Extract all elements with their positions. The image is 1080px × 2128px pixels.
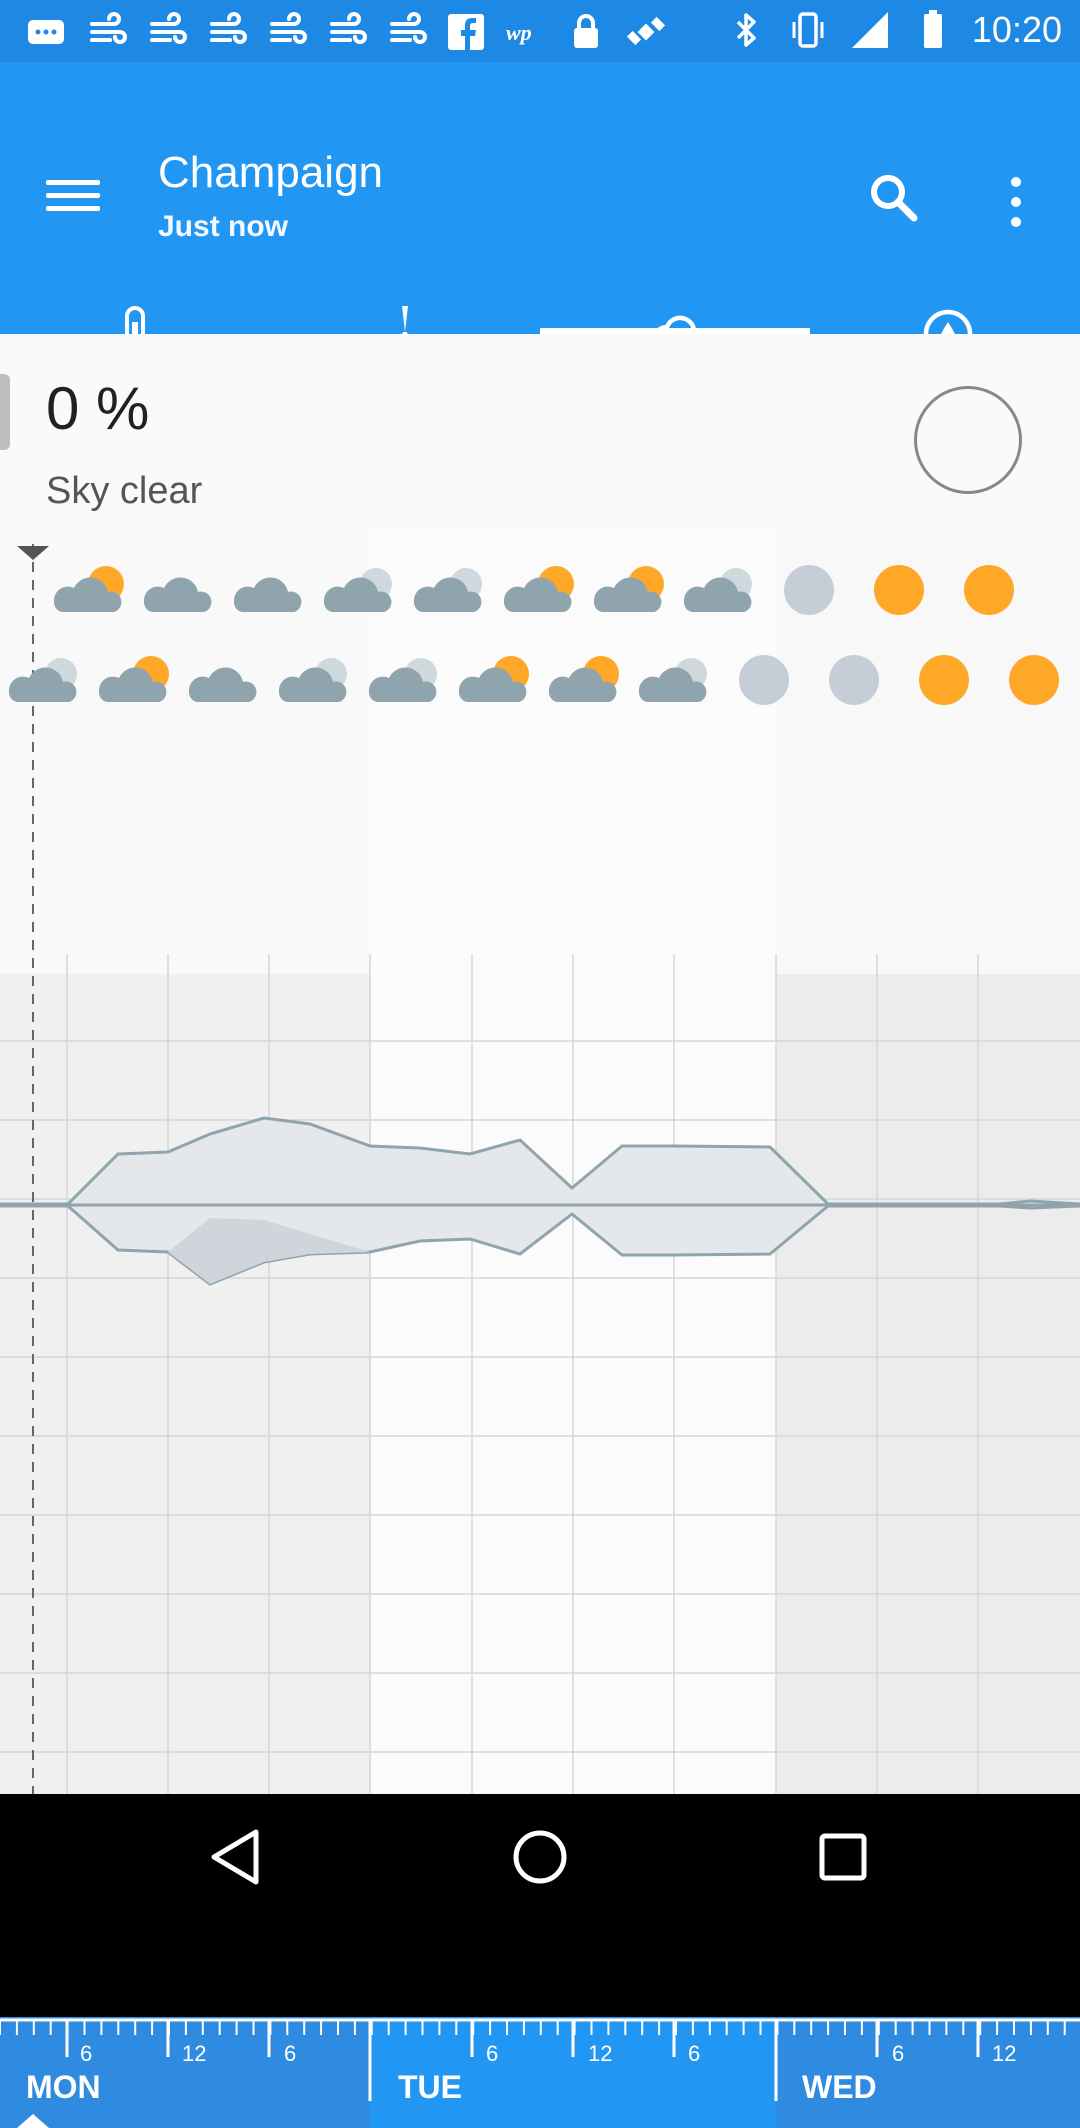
satellite-icon xyxy=(626,16,666,46)
location-title[interactable]: Champaign xyxy=(158,148,383,198)
back-button[interactable] xyxy=(211,1829,259,1885)
sun-icon xyxy=(1009,655,1059,705)
moon-icon xyxy=(739,655,789,705)
navigation-bar xyxy=(0,1794,1080,1920)
search-button[interactable] xyxy=(864,168,924,228)
fan-icon xyxy=(270,12,307,44)
fan-icon xyxy=(150,12,187,44)
notification-icons: wp xyxy=(24,10,668,54)
timeline-background xyxy=(0,2017,1080,2128)
sun-icon xyxy=(919,655,969,705)
tick-label: 6 xyxy=(80,2041,93,2066)
menu-button[interactable] xyxy=(46,172,100,226)
content-area: 0 % Sky clear 6 12 6 6 12 6 6 12 MON TUE… xyxy=(0,334,1080,2128)
cloud-cover-value: 0 % xyxy=(46,375,150,442)
tick-label: 12 xyxy=(992,2041,1017,2066)
message-icon xyxy=(28,20,64,44)
tick-label: 6 xyxy=(284,2041,297,2066)
day-label-tue[interactable]: TUE xyxy=(398,2069,462,2106)
svg-text:wp: wp xyxy=(506,20,532,45)
facebook-icon xyxy=(448,14,484,50)
tick-label: 12 xyxy=(588,2041,613,2066)
cloud-cover-circle xyxy=(914,386,1022,494)
day-label-mon[interactable]: MON xyxy=(26,2069,101,2106)
fan-icon xyxy=(90,12,127,44)
moon-icon xyxy=(784,565,834,615)
nav-buttons xyxy=(211,1829,867,1885)
sky-description: Sky clear xyxy=(46,470,203,512)
tick-label: 6 xyxy=(892,2041,905,2066)
bluetooth-icon xyxy=(736,13,756,47)
app-bar: Champaign Just now xyxy=(0,62,1080,372)
tick-label: 6 xyxy=(486,2041,499,2066)
wp-icon: wp xyxy=(506,20,532,45)
moon-icon xyxy=(829,655,879,705)
vibrate-icon xyxy=(792,12,824,48)
tick-label: 6 xyxy=(688,2041,701,2066)
day-label-wed[interactable]: WED xyxy=(802,2069,877,2106)
home-icon xyxy=(513,1830,567,1884)
day-timeline[interactable]: 6 12 6 6 12 6 6 12 MON TUE WED xyxy=(0,2017,1080,2128)
lock-icon xyxy=(574,14,598,48)
signal-icon xyxy=(851,12,888,48)
back-icon xyxy=(211,1829,259,1885)
cloud-forecast-graph[interactable] xyxy=(0,534,1080,1794)
fan-icon xyxy=(330,12,367,44)
drawer-handle[interactable] xyxy=(0,374,10,450)
system-icons: 10:20 xyxy=(724,8,1062,52)
sun-icon xyxy=(964,565,1014,615)
battery-icon xyxy=(923,10,942,48)
more-vert-icon xyxy=(1011,177,1021,227)
recents-button[interactable] xyxy=(819,1833,867,1881)
clock: 10:20 xyxy=(971,9,1062,50)
home-button[interactable] xyxy=(513,1830,567,1884)
more-options-button[interactable] xyxy=(998,172,1034,232)
fan-icon xyxy=(390,12,427,44)
updated-subtitle: Just now xyxy=(158,210,289,243)
search-icon xyxy=(871,175,918,222)
sun-icon xyxy=(874,565,924,615)
recents-icon xyxy=(819,1833,867,1881)
fan-icon xyxy=(210,12,247,44)
tick-label: 12 xyxy=(182,2041,207,2066)
status-bar: wp 10:20 xyxy=(0,0,1080,62)
hamburger-icon xyxy=(46,180,100,211)
